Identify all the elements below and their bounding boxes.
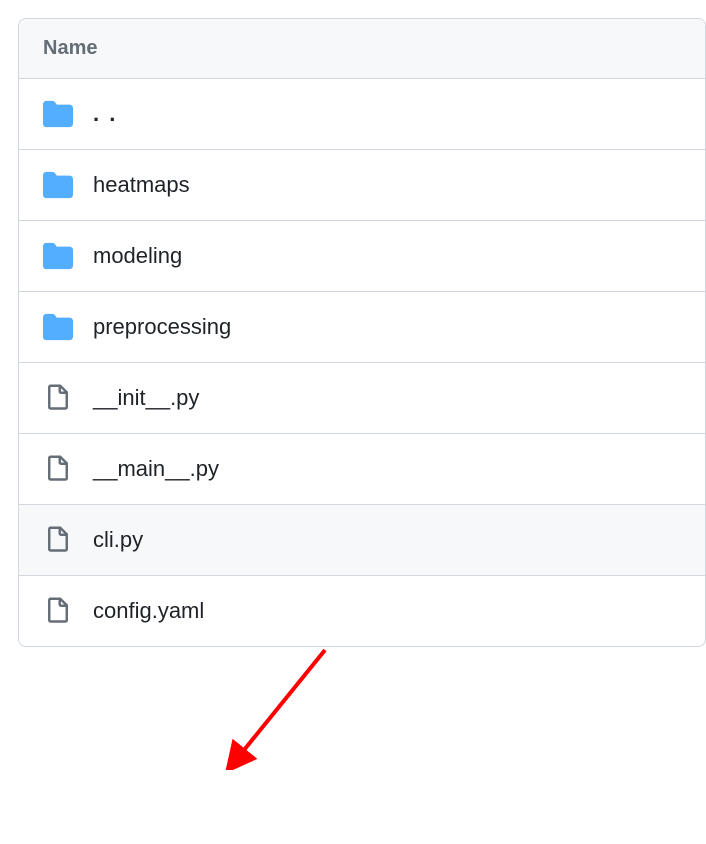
folder-row[interactable]: modeling: [19, 221, 705, 292]
folder-icon: [43, 312, 73, 342]
file-row[interactable]: cli.py: [19, 505, 705, 576]
file-icon: [43, 454, 73, 484]
file-name: __init__.py: [93, 385, 199, 411]
folder-icon: [43, 241, 73, 271]
folder-name: preprocessing: [93, 314, 231, 340]
column-header-name: Name: [43, 37, 97, 59]
parent-directory-label: . .: [93, 101, 117, 127]
file-browser: Name . . heatmaps modeling preprocessing…: [18, 18, 706, 647]
file-row[interactable]: config.yaml: [19, 576, 705, 646]
arrow-annotation-icon: [220, 640, 340, 770]
file-icon: [43, 383, 73, 413]
file-icon: [43, 596, 73, 626]
folder-icon: [43, 99, 73, 129]
file-name: cli.py: [93, 527, 143, 553]
file-name: config.yaml: [93, 598, 204, 624]
file-row[interactable]: __init__.py: [19, 363, 705, 434]
folder-icon: [43, 170, 73, 200]
folder-row[interactable]: preprocessing: [19, 292, 705, 363]
folder-name: heatmaps: [93, 172, 190, 198]
table-header: Name: [19, 19, 705, 79]
file-row[interactable]: __main__.py: [19, 434, 705, 505]
parent-directory-row[interactable]: . .: [19, 79, 705, 150]
folder-row[interactable]: heatmaps: [19, 150, 705, 221]
file-icon: [43, 525, 73, 555]
folder-name: modeling: [93, 243, 182, 269]
file-name: __main__.py: [93, 456, 219, 482]
